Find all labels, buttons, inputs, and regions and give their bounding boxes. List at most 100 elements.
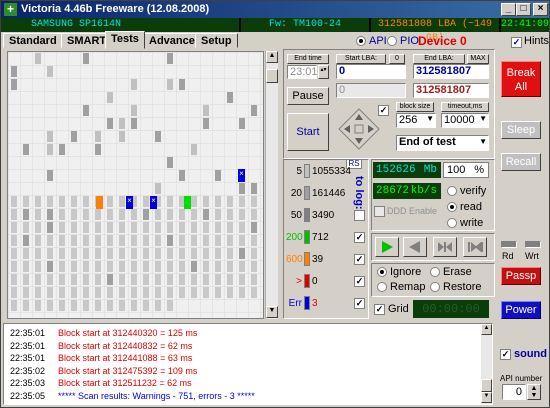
- scan-block: [95, 222, 101, 233]
- scan-block: [131, 105, 137, 116]
- restore-radio[interactable]: [430, 282, 440, 292]
- scan-block: [179, 248, 185, 259]
- end-lba-max-button[interactable]: MAX: [467, 54, 489, 64]
- wrt-indicator: [525, 241, 541, 248]
- remap-radio[interactable]: [377, 282, 387, 292]
- scan-block: [251, 222, 257, 233]
- read-radio[interactable]: [447, 202, 457, 212]
- skip-button[interactable]: [433, 237, 457, 257]
- scan-block: [155, 300, 161, 311]
- scroll-down-icon[interactable]: ▼: [266, 306, 278, 318]
- recall-button[interactable]: Recall: [501, 153, 541, 171]
- speed-value: 28672: [376, 185, 410, 197]
- scan-block: [155, 209, 161, 220]
- api-radio[interactable]: [356, 36, 366, 46]
- scan-block: [239, 248, 245, 259]
- scan-block: [179, 170, 185, 181]
- dpad-checkbox[interactable]: ✓: [378, 105, 389, 116]
- play-button[interactable]: [375, 237, 399, 257]
- end-time-field[interactable]: 23:01: [287, 65, 318, 79]
- back-button[interactable]: [403, 237, 427, 257]
- direction-pad[interactable]: [337, 107, 381, 151]
- sleep-button[interactable]: Sleep: [501, 121, 541, 139]
- log-message: Block start at 312440832 = 62 ms: [58, 340, 193, 351]
- log-entry: 22:35:01 Block start at 312441088 = 63 ms: [10, 353, 192, 364]
- tab-standard[interactable]: Standard: [3, 33, 63, 48]
- scan-block: [167, 248, 173, 259]
- current-lba-field[interactable]: 0: [336, 83, 406, 98]
- scan-block: [179, 261, 185, 272]
- scan-block: [167, 222, 173, 233]
- grid-scrollbar[interactable]: ▲ ▼: [265, 51, 278, 319]
- write-radio[interactable]: [447, 218, 457, 228]
- hints-checkbox[interactable]: ✓: [511, 37, 522, 48]
- minimize-button[interactable]: _: [501, 3, 516, 16]
- start-button[interactable]: Start: [287, 113, 329, 151]
- end-time-spinner[interactable]: ▴▾: [318, 65, 329, 79]
- power-button[interactable]: Power: [501, 301, 541, 319]
- scan-block: [47, 235, 53, 246]
- end-button[interactable]: [463, 237, 487, 257]
- scan-block-flagged: [184, 196, 191, 209]
- start-lba-zero-button[interactable]: 0: [389, 54, 405, 64]
- sound-checkbox[interactable]: ✓: [500, 349, 511, 360]
- erase-radio[interactable]: [430, 267, 440, 277]
- scan-block: [35, 196, 41, 207]
- timeout-select[interactable]: 10000 ▼: [441, 113, 489, 128]
- scan-block: [251, 261, 257, 272]
- block-size-select[interactable]: 256 ▼: [396, 113, 436, 128]
- stat-log-checkbox[interactable]: ✓: [354, 298, 365, 309]
- scan-block: [227, 209, 233, 220]
- maximize-button[interactable]: □: [516, 3, 531, 16]
- verify-radio[interactable]: [447, 186, 457, 196]
- stat-log-checkbox[interactable]: ✓: [354, 254, 365, 265]
- scan-block: [23, 248, 29, 259]
- scan-block: [59, 196, 65, 207]
- scan-block: [35, 235, 41, 246]
- scan-block: [155, 261, 161, 272]
- scan-block-flagged: ×: [126, 196, 133, 209]
- end-lba-field[interactable]: 312581807: [413, 64, 489, 79]
- scan-block: [83, 235, 89, 246]
- tab-tests[interactable]: Tests: [105, 31, 145, 49]
- stat-color-swatch: [304, 164, 310, 178]
- scroll-thumb[interactable]: [266, 69, 278, 83]
- start-lba-field[interactable]: 0: [336, 64, 406, 79]
- end-of-test-value: End of test: [399, 136, 456, 148]
- scan-block: [167, 196, 173, 207]
- api-number-field[interactable]: 0: [502, 384, 526, 400]
- stat-log-checkbox[interactable]: ✓: [354, 276, 365, 287]
- passp-button[interactable]: Passp: [501, 267, 541, 285]
- end-of-test-select[interactable]: End of test ▼: [396, 135, 489, 151]
- end-icon: [468, 242, 483, 252]
- write-label: write: [460, 217, 484, 229]
- pio-radio[interactable]: [387, 36, 397, 46]
- scan-block: [155, 248, 161, 259]
- api-number-spinner[interactable]: ▲ ▼: [527, 384, 541, 400]
- stat-log-checkbox[interactable]: ✓: [354, 232, 365, 243]
- scan-block: [251, 287, 257, 298]
- scroll-up-icon[interactable]: ▲: [266, 51, 278, 63]
- scan-block: [203, 118, 209, 129]
- grid-checkbox[interactable]: ✓: [374, 304, 385, 315]
- end-lba-field-2[interactable]: 312581807: [413, 83, 489, 98]
- pause-button[interactable]: Pause: [287, 87, 329, 105]
- break-all-button[interactable]: Break All: [501, 61, 541, 97]
- scan-block: [119, 300, 125, 311]
- ignore-radio[interactable]: [377, 267, 387, 277]
- scan-block: [239, 222, 245, 233]
- close-button[interactable]: ×: [533, 3, 548, 16]
- log-scroll-up-icon[interactable]: ▲: [481, 324, 492, 335]
- tab-setup[interactable]: Setup: [195, 33, 238, 48]
- log-message: ***** Scan results: Warnings - 751, erro…: [58, 390, 255, 401]
- stat-count: 1055334: [312, 166, 351, 177]
- scan-block: [167, 274, 173, 285]
- ddd-checkbox[interactable]: [374, 206, 385, 217]
- scan-block: [71, 209, 77, 220]
- log-scrollbar[interactable]: ▲ ▼: [481, 324, 492, 404]
- scan-block: [155, 235, 161, 246]
- stat-log-checkbox[interactable]: [354, 210, 365, 221]
- device-label[interactable]: Device 0: [418, 34, 467, 48]
- log-scroll-down-icon[interactable]: ▼: [481, 392, 492, 403]
- log-scroll-thumb[interactable]: [481, 379, 492, 392]
